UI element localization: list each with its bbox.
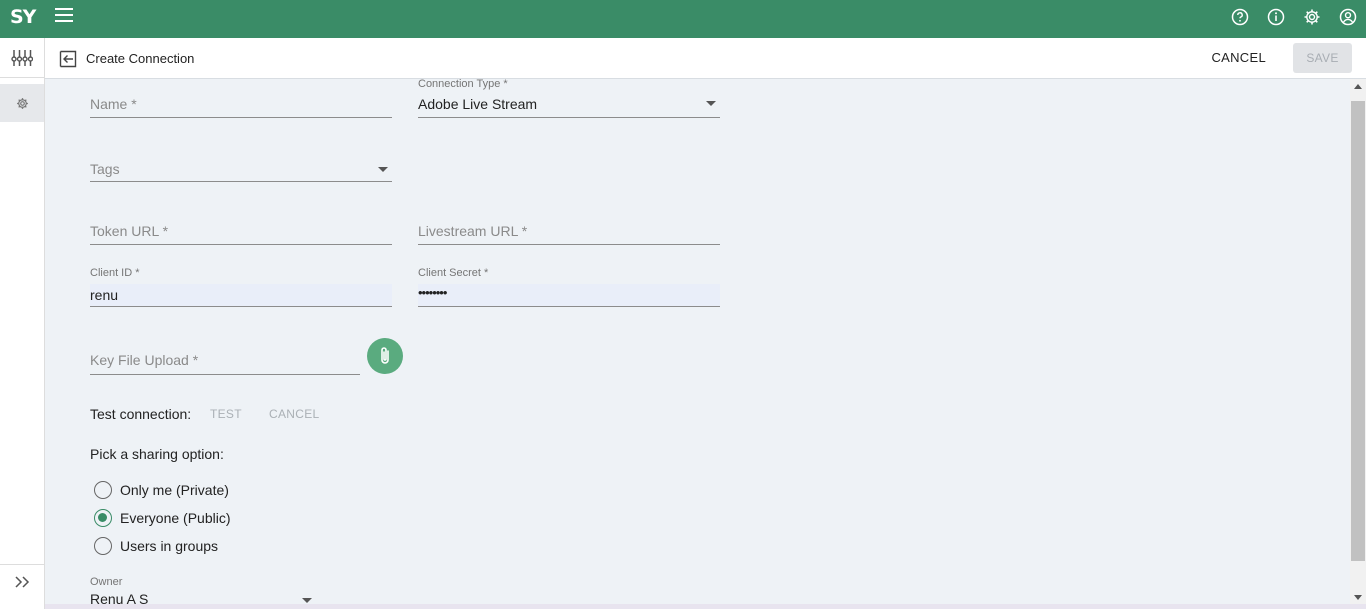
create-connection-form: Name * Connection Type * Adobe Live Stre…: [45, 79, 1350, 609]
test-cancel-button[interactable]: CANCEL: [269, 407, 319, 421]
app-logo[interactable]: SY: [10, 6, 36, 28]
back-arrow-icon[interactable]: [59, 50, 77, 68]
connection-type-label: Connection Type *: [418, 79, 508, 90]
test-connection-label: Test connection:: [90, 406, 192, 422]
key-file-upload-field[interactable]: Key File Upload *: [90, 348, 360, 375]
tags-select[interactable]: Tags: [90, 155, 392, 182]
livestream-url-field[interactable]: Livestream URL *: [418, 217, 720, 245]
attach-file-button[interactable]: [367, 338, 403, 374]
owner-label: Owner: [90, 576, 123, 588]
gear-icon[interactable]: [1302, 7, 1322, 27]
name-field[interactable]: Name *: [90, 91, 392, 118]
test-button[interactable]: TEST: [210, 407, 242, 421]
chevron-down-icon: [706, 101, 716, 106]
client-id-label: Client ID *: [90, 267, 140, 279]
chevron-down-icon: [302, 598, 312, 603]
tags-placeholder: Tags: [90, 161, 120, 177]
connection-type-select[interactable]: Connection Type * Adobe Live Stream: [418, 79, 720, 118]
sharing-option-label: Pick a sharing option:: [90, 446, 224, 462]
save-button[interactable]: SAVE: [1293, 43, 1352, 73]
client-secret-value: ••••••••: [418, 285, 447, 300]
vertical-scrollbar[interactable]: [1350, 79, 1366, 605]
page-header: Create Connection CANCEL SAVE: [45, 38, 1366, 79]
radio-button[interactable]: [94, 537, 112, 555]
account-icon[interactable]: [1338, 7, 1358, 27]
radio-label: Everyone (Public): [120, 510, 231, 526]
left-rail: [0, 38, 45, 609]
token-url-placeholder: Token URL *: [90, 223, 169, 239]
client-secret-label: Client Secret *: [418, 267, 489, 279]
hamburger-menu-icon[interactable]: [55, 8, 73, 24]
radio-label: Users in groups: [120, 538, 219, 554]
connection-type-value: Adobe Live Stream: [418, 96, 538, 112]
radio-label: Only me (Private): [120, 482, 229, 498]
info-icon[interactable]: [1266, 7, 1286, 27]
scroll-up-arrow-icon[interactable]: [1354, 84, 1362, 89]
sliders-icon[interactable]: [0, 38, 44, 78]
top-app-bar: SY: [0, 0, 1366, 38]
client-secret-field[interactable]: ••••••••: [418, 284, 720, 307]
client-id-value: renu: [90, 287, 119, 303]
bottom-divider: [45, 604, 1366, 609]
page-title: Create Connection: [86, 51, 195, 66]
client-id-field[interactable]: renu: [90, 284, 392, 307]
radio-everyone[interactable]: Everyone (Public): [94, 509, 231, 527]
help-circle-icon[interactable]: [1230, 7, 1250, 27]
expand-chevrons-icon[interactable]: [0, 564, 44, 598]
chevron-down-icon: [378, 167, 388, 172]
livestream-url-placeholder: Livestream URL *: [418, 223, 528, 239]
radio-button[interactable]: [94, 481, 112, 499]
radio-only-me[interactable]: Only me (Private): [94, 481, 229, 499]
name-placeholder: Name *: [90, 96, 137, 112]
paperclip-icon: [381, 347, 389, 364]
settings-gear-icon[interactable]: [0, 84, 44, 122]
radio-users-in-groups[interactable]: Users in groups: [94, 537, 218, 555]
radio-button[interactable]: [94, 509, 112, 527]
scroll-thumb[interactable]: [1351, 101, 1365, 561]
scroll-down-arrow-icon[interactable]: [1354, 595, 1362, 600]
token-url-field[interactable]: Token URL *: [90, 217, 392, 245]
cancel-button[interactable]: CANCEL: [1211, 50, 1266, 65]
key-file-placeholder: Key File Upload *: [90, 352, 199, 368]
